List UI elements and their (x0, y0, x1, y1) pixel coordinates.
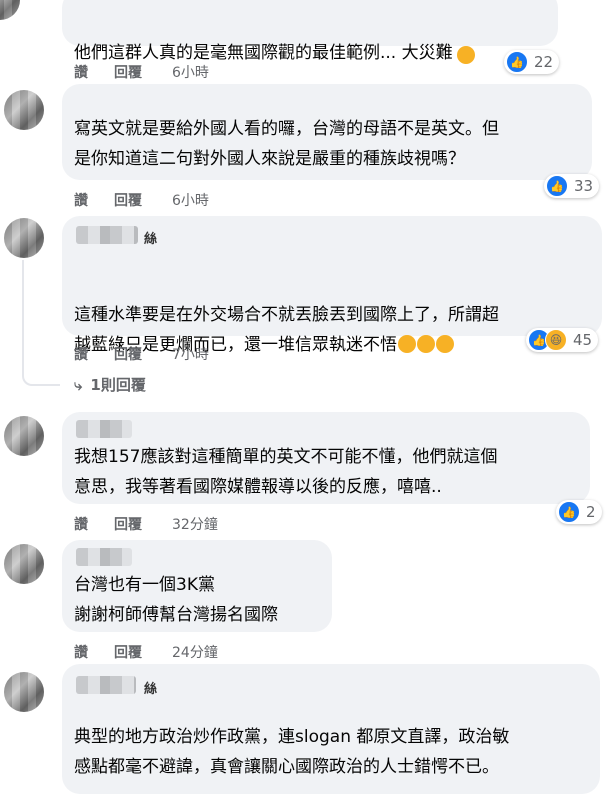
comment-bubble: 絲 典型的地方政治炒作政黨，連slogan 都原文直譯，政治敏 感點都毫不避諱，… (62, 664, 600, 794)
haha-icon: 😆 (545, 329, 567, 351)
timestamp[interactable]: 32分鐘 (172, 514, 218, 534)
comment-bubble: 他們這群人真的是毫無國際觀的最佳範例... 大災難😔 (62, 0, 558, 64)
reply-link[interactable]: 回覆 (114, 344, 142, 364)
laughing-emoji-icon (398, 335, 416, 353)
comment-text: 我想157應該對這種簡單的英文不可能不懂，他們就這個 意思，我等著看國際媒體報導… (74, 447, 498, 497)
avatar[interactable] (4, 544, 44, 584)
like-icon: 👍 (506, 51, 528, 73)
timestamp[interactable]: 24分鐘 (172, 642, 218, 662)
sad-emoji-icon: 😔 (456, 46, 475, 64)
reply-link[interactable]: 回覆 (114, 642, 142, 662)
comment-actions: 讚 回覆 6小時 (74, 190, 374, 210)
author-name[interactable] (76, 420, 132, 438)
comment-text: 他們這群人真的是毫無國際觀的最佳範例... 大災難😔 (74, 8, 475, 68)
comment-bubble: 絲 這種水準要是在外交場合不就丟臉丟到國際上了，所謂超 越藍綠只是更爛而已，還一… (62, 216, 602, 355)
like-icon: 👍 (546, 175, 568, 197)
comment-text: 寫英文就是要給外國人看的囉，台灣的母語不是英文。但 是你知道這二句對外國人來說是… (74, 119, 499, 169)
reply-link[interactable]: 回覆 (114, 514, 142, 534)
avatar[interactable] (4, 672, 44, 712)
replies-count: 1則回覆 (90, 376, 146, 394)
reaction-summary[interactable]: 👍 33 (544, 174, 600, 198)
like-icon: 👍 (558, 501, 580, 523)
comment-bubble: 寫英文就是要給外國人看的囉，台灣的母語不是英文。但 是你知道這二句對外國人來說是… (62, 84, 592, 180)
avatar[interactable] (4, 416, 44, 456)
author-name-suffix: 絲 (144, 682, 158, 697)
reply-link[interactable]: 回覆 (114, 190, 142, 210)
reaction-count: 33 (574, 177, 594, 195)
timestamp[interactable]: 7小時 (172, 344, 209, 364)
timestamp[interactable]: 6小時 (172, 190, 209, 210)
comment-text: 典型的地方政治炒作政黨，連slogan 都原文直譯，政治敏 感點都毫不避諱，真會… (74, 727, 510, 777)
author-name[interactable] (76, 226, 138, 244)
reply-arrow-icon: ⤷ (74, 375, 83, 394)
reaction-summary[interactable]: 👍 22 (504, 50, 560, 74)
reaction-summary[interactable]: 👍 😆 45 (526, 328, 599, 352)
comment-actions: 讚 回覆 7小時 (74, 344, 374, 364)
view-replies-link[interactable]: ⤷ 1則回覆 (74, 374, 146, 395)
like-link[interactable]: 讚 (74, 344, 88, 364)
author-name[interactable] (76, 548, 132, 566)
author-name-suffix: 絲 (144, 232, 158, 247)
avatar[interactable] (4, 218, 44, 258)
reaction-count: 22 (534, 53, 554, 71)
reaction-summary[interactable]: 👍 2 (556, 500, 602, 524)
reaction-count: 45 (573, 331, 593, 349)
reply-link[interactable]: 回覆 (114, 62, 142, 82)
laughing-emoji-icon (417, 335, 435, 353)
comment-bubble: 我想157應該對這種簡單的英文不可能不懂，他們就這個 意思，我等著看國際媒體報導… (62, 412, 590, 504)
like-link[interactable]: 讚 (74, 642, 88, 662)
reaction-count: 2 (586, 503, 596, 521)
laughing-emoji-icon (436, 335, 454, 353)
comment-text: 台灣也有一個3K黨 謝謝柯師傅幫台灣揚名國際 (74, 575, 278, 625)
thread-line (22, 260, 60, 386)
comment-bubble: 台灣也有一個3K黨 謝謝柯師傅幫台灣揚名國際 (62, 540, 332, 632)
comment-actions: 讚 回覆 32分鐘 (74, 514, 374, 534)
comment-actions: 讚 回覆 24分鐘 (74, 642, 374, 662)
like-link[interactable]: 讚 (74, 190, 88, 210)
like-link[interactable]: 讚 (74, 62, 88, 82)
like-link[interactable]: 讚 (74, 514, 88, 534)
author-name[interactable] (76, 676, 136, 694)
avatar[interactable] (0, 0, 20, 20)
avatar[interactable] (4, 90, 44, 130)
timestamp[interactable]: 6小時 (172, 62, 209, 82)
comment-actions: 讚 回覆 6小時 (74, 62, 374, 82)
